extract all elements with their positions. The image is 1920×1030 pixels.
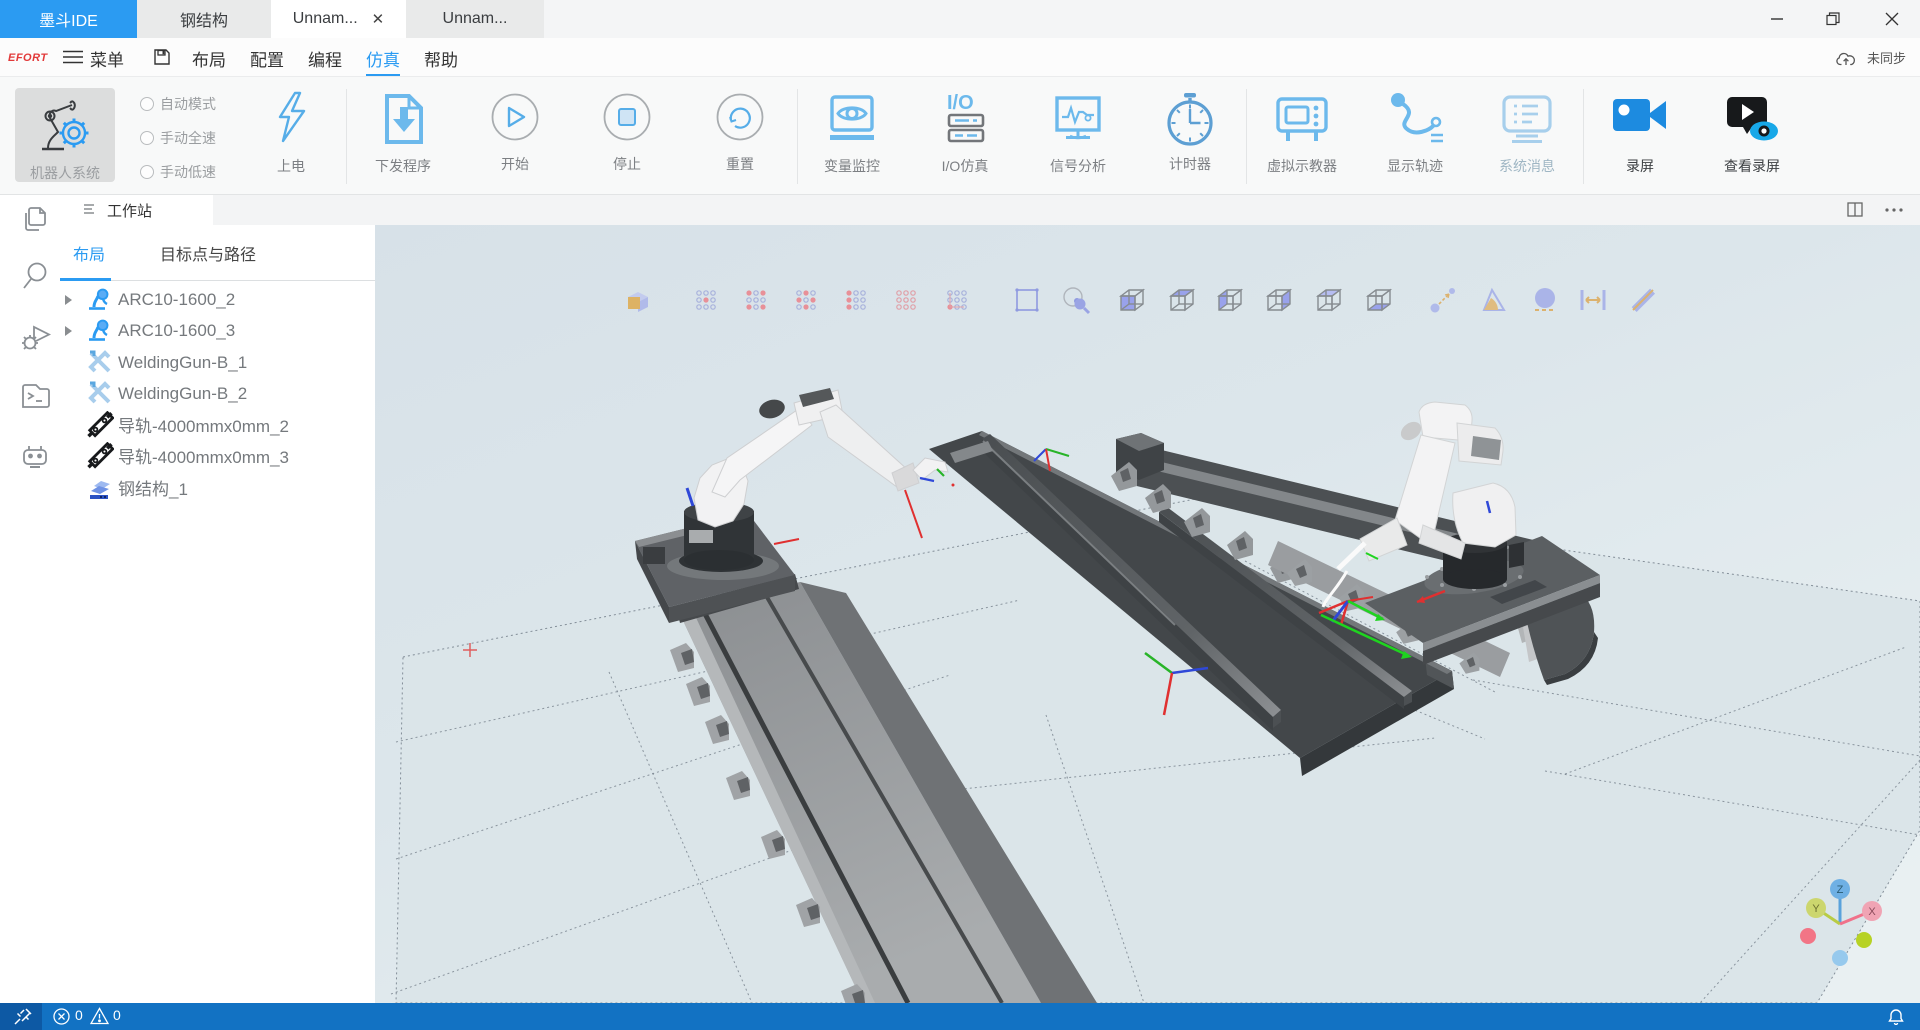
svg-text:Y: Y xyxy=(1812,903,1820,915)
svg-text:Z: Z xyxy=(1837,884,1844,896)
svg-text:I/O: I/O xyxy=(947,92,974,114)
svg-text:X: X xyxy=(1868,906,1876,918)
